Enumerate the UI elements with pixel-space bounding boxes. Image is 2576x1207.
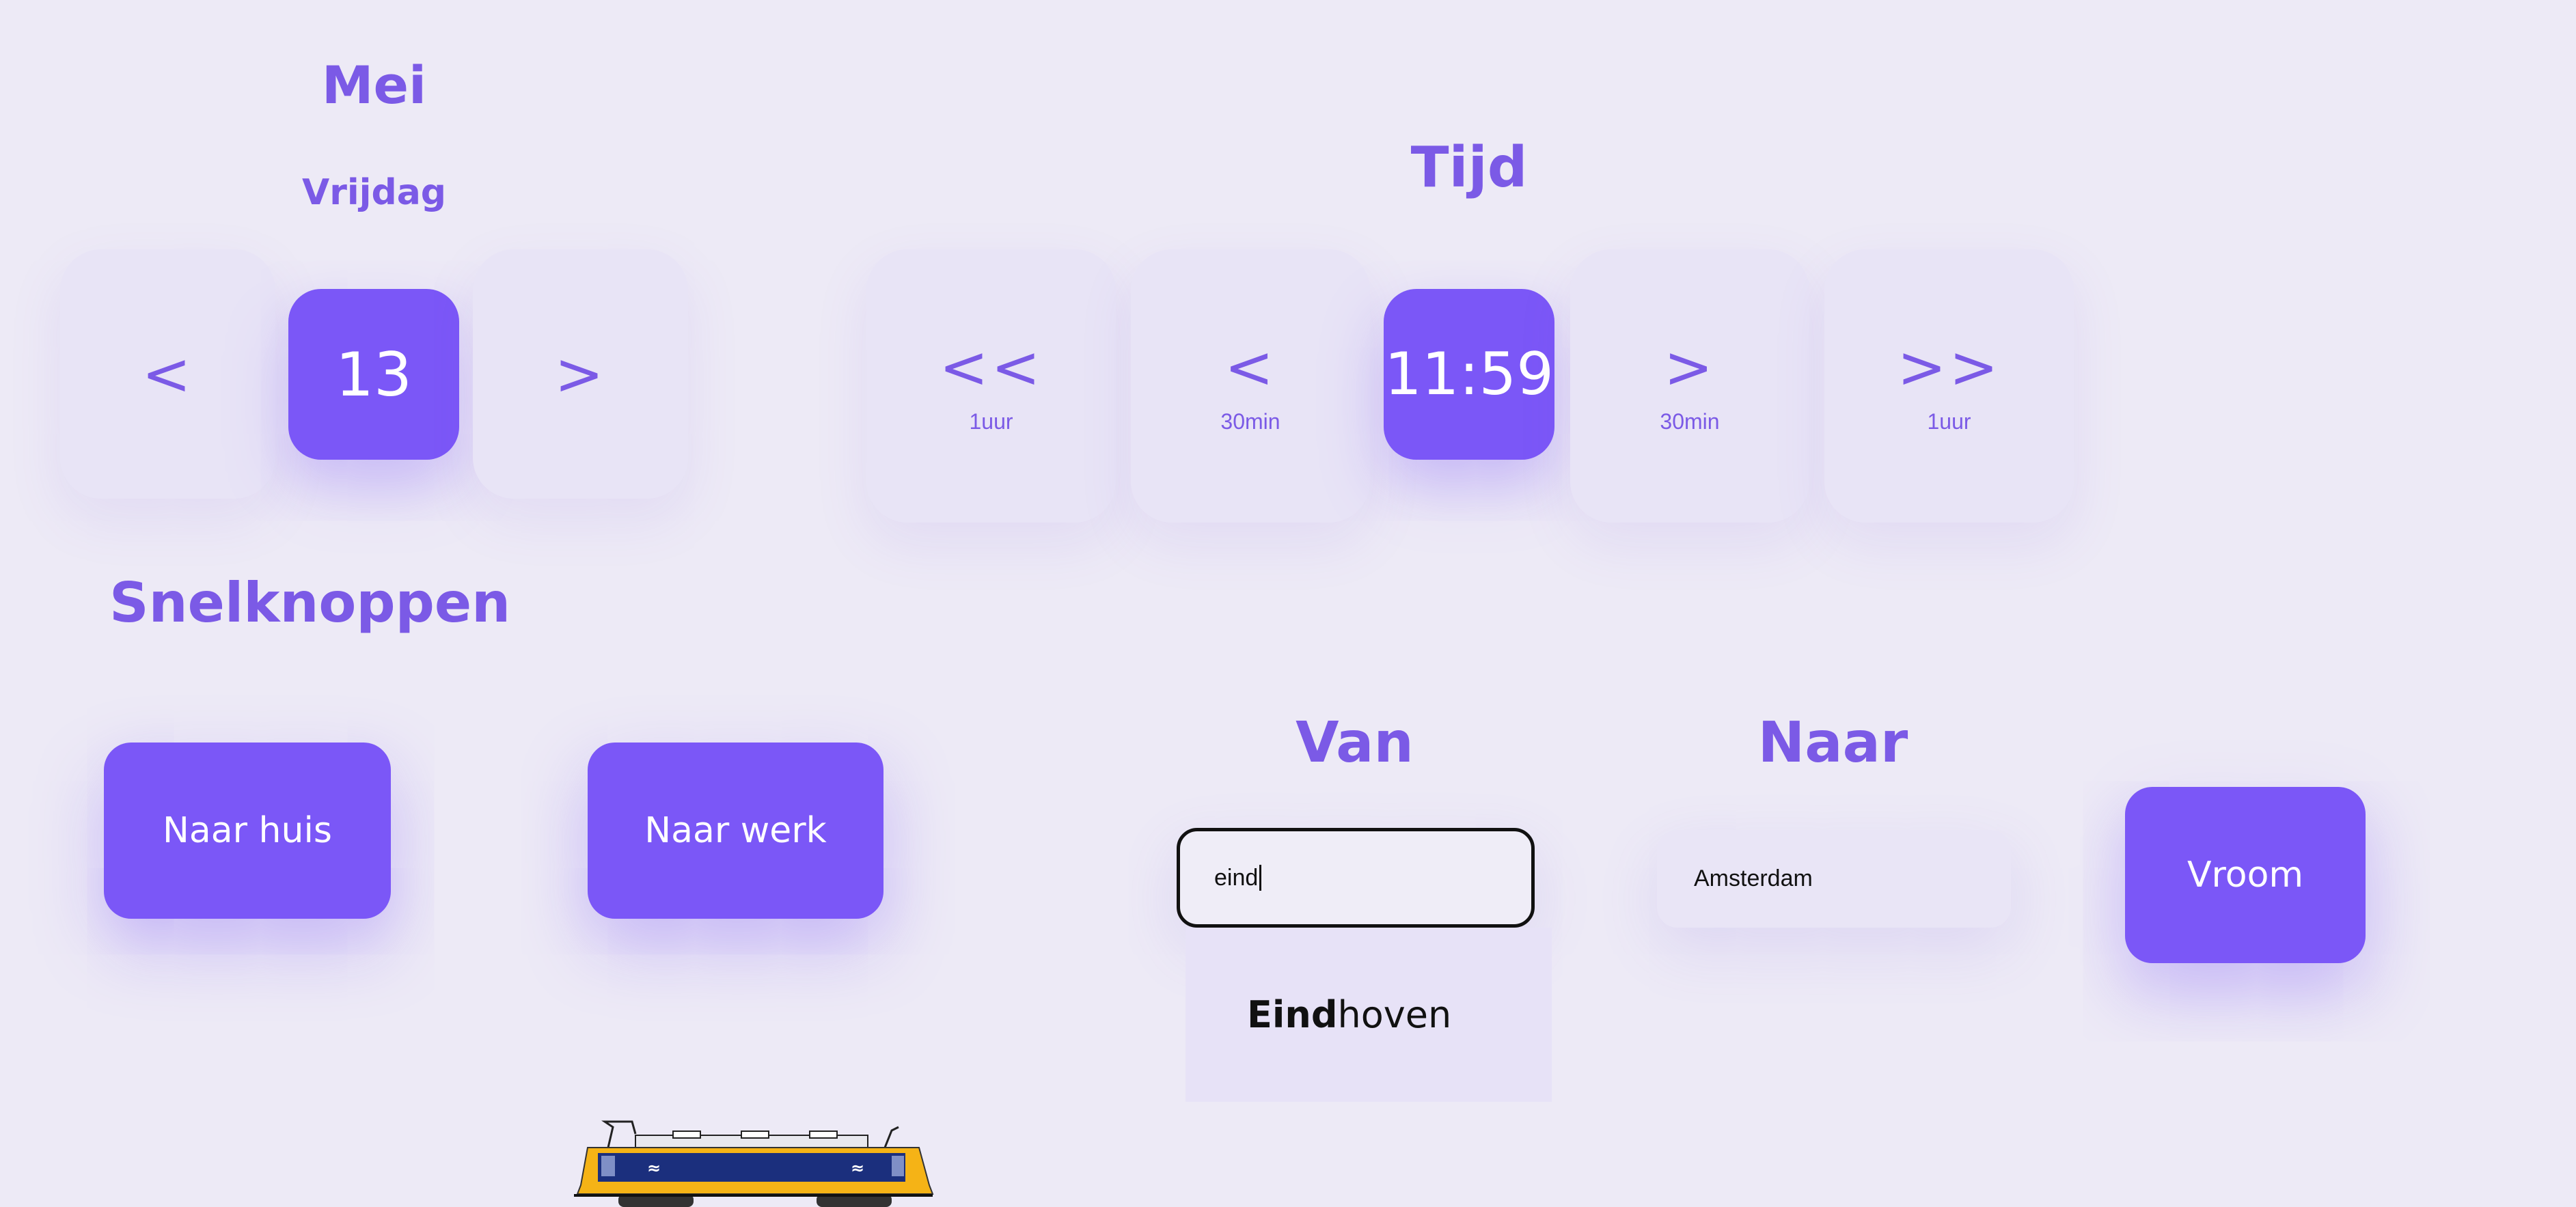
prev-day-button[interactable]: < xyxy=(60,249,275,499)
selected-day-number: 13 xyxy=(335,339,412,410)
selected-day[interactable]: 13 xyxy=(288,289,459,460)
from-input-value: eind xyxy=(1214,864,1259,891)
home-shortcut-button[interactable]: Naar huis xyxy=(104,743,391,919)
fwd-half-sublabel: 30min xyxy=(1660,408,1720,434)
suggestion-eindhoven[interactable]: Eind hoven xyxy=(1186,928,1552,1102)
svg-text:≈: ≈ xyxy=(851,1159,864,1178)
back-half-sublabel: 30min xyxy=(1220,408,1280,434)
shortcuts-title: Snelknoppen xyxy=(109,571,511,635)
month-title: Mei xyxy=(321,55,427,115)
forward-one-hour-button[interactable]: >> 1uur xyxy=(1824,249,2074,523)
time-title: Tijd xyxy=(1410,135,1528,200)
forward-half-hour-button[interactable]: > 30min xyxy=(1570,249,1809,523)
train-icon: ≈ ≈ xyxy=(574,1120,934,1207)
right-icon: > xyxy=(1663,333,1716,402)
from-label: Van xyxy=(1296,710,1414,775)
fwd-hour-sublabel: 1uur xyxy=(1927,408,1971,434)
current-time[interactable]: 11:59 xyxy=(1384,289,1554,460)
to-input[interactable]: Amsterdam xyxy=(1657,830,2011,928)
weekday-label: Vrijdag xyxy=(301,172,447,213)
suggestion-match: Eind xyxy=(1247,993,1338,1036)
svg-text:≈: ≈ xyxy=(647,1159,661,1178)
back-hour-sublabel: 1uur xyxy=(969,408,1013,434)
text-caret xyxy=(1259,865,1262,891)
double-left-icon: << xyxy=(939,333,1043,402)
next-day-button[interactable]: > xyxy=(473,249,688,499)
current-time-value: 11:59 xyxy=(1384,340,1554,408)
from-input[interactable]: eind xyxy=(1177,828,1535,928)
work-shortcut-button[interactable]: Naar werk xyxy=(588,743,883,919)
vroom-button[interactable]: Vroom xyxy=(2125,787,2366,963)
back-one-hour-button[interactable]: << 1uur xyxy=(866,249,1116,523)
next-day-symbol: > xyxy=(554,339,607,408)
suggestion-rest: hoven xyxy=(1337,993,1452,1036)
prev-day-symbol: < xyxy=(141,339,194,408)
to-input-value: Amsterdam xyxy=(1694,865,1813,891)
back-half-hour-button[interactable]: < 30min xyxy=(1131,249,1370,523)
left-icon: < xyxy=(1224,333,1277,402)
double-right-icon: >> xyxy=(1897,333,2001,402)
to-label: Naar xyxy=(1757,710,1908,775)
